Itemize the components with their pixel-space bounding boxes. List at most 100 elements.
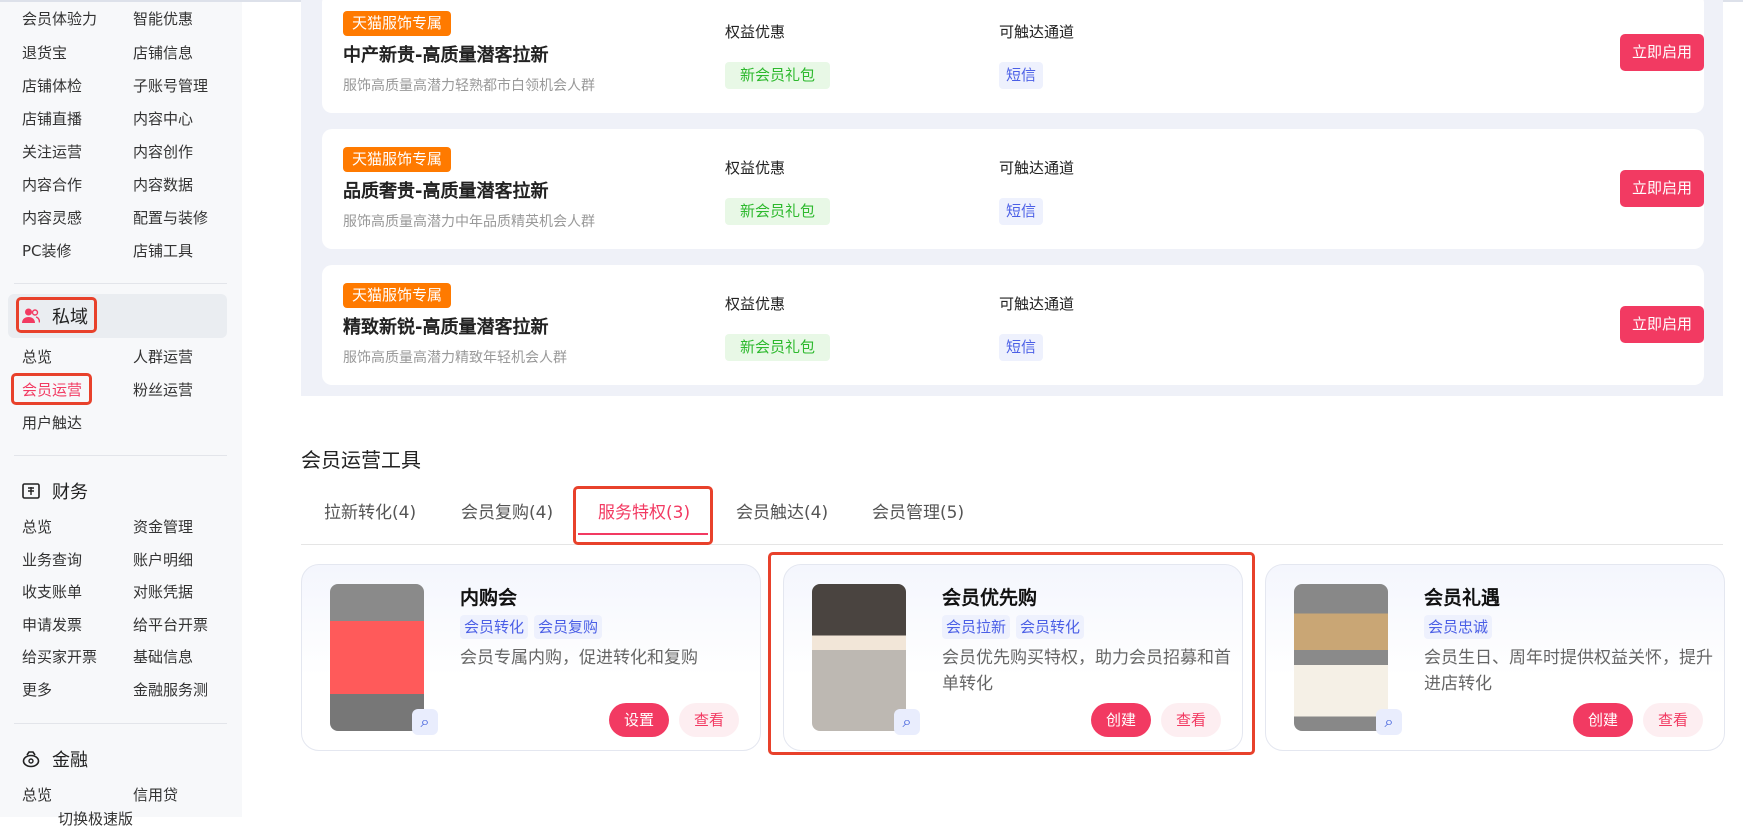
channel-badge: 短信	[999, 62, 1044, 89]
sidebar-item[interactable]: 配置与装修	[133, 207, 208, 228]
sidebar-item[interactable]: 店铺直播	[22, 108, 82, 129]
exclusive-tag: 天猫服饰专属	[343, 283, 452, 308]
switch-fast-version-link[interactable]: 切换极速版	[58, 808, 133, 829]
sidebar-item[interactable]: 对账凭据	[133, 581, 193, 602]
tool-desc: 会员生日、周年时提供权益关怀，提升进店转化	[1424, 648, 1713, 694]
annotation-box-card	[768, 552, 1255, 755]
enable-button[interactable]: 立即启用	[1620, 306, 1704, 343]
strategy-desc: 服饰高质量高潜力中年品质精英机会人群	[343, 214, 595, 230]
sidebar-item[interactable]: 关注运营	[22, 141, 82, 162]
finance-icon	[22, 482, 40, 500]
sidebar-item[interactable]: 内容中心	[133, 108, 193, 129]
sidebar-item[interactable]: 总览	[22, 346, 52, 367]
sidebar-item[interactable]: 收支账单	[22, 581, 82, 602]
view-button[interactable]: 查看	[1643, 703, 1703, 737]
annotation-box-private	[16, 297, 97, 333]
tool-title: 会员礼遇	[1424, 587, 1501, 609]
tab-4[interactable]: 会员管理(5)	[872, 498, 964, 523]
sidebar-divider	[14, 455, 227, 456]
zoom-preview-icon[interactable]: ⌕	[1376, 709, 1402, 735]
exclusive-tag: 天猫服饰专属	[343, 147, 452, 172]
channel-label: 可触达通道	[999, 23, 1075, 41]
sidebar-item[interactable]: 更多	[22, 679, 52, 700]
benefit-label: 权益优惠	[725, 159, 786, 177]
primary-button[interactable]: 创建	[1573, 703, 1633, 737]
tab-0[interactable]: 拉新转化(4)	[324, 498, 416, 523]
group-title: 金融	[52, 750, 88, 771]
sidebar-item[interactable]: 给买家开票	[22, 646, 97, 667]
zoom-preview-icon[interactable]: ⌕	[412, 709, 438, 735]
tool-tag: 会员忠诚	[1424, 615, 1493, 639]
sidebar-item[interactable]: 内容创作	[133, 141, 193, 162]
strategy-desc: 服饰高质量高潜力轻熟都市白领机会人群	[343, 78, 595, 94]
sidebar-item[interactable]: PC装修	[22, 240, 72, 261]
benefit-badge: 新会员礼包	[725, 334, 831, 361]
section-title: 会员运营工具	[301, 448, 421, 472]
sidebar-item[interactable]: 账户明细	[133, 549, 193, 570]
sidebar-item[interactable]: 内容合作	[22, 174, 82, 195]
sidebar-item[interactable]: 人群运营	[133, 346, 193, 367]
tool-tags: 会员转化 会员复购	[460, 615, 603, 639]
sidebar: 会员体验力 智能优惠退货宝 店铺信息店铺体检 子账号管理店铺直播 内容中心关注运营 内容创…	[0, 2, 242, 828]
tool-title: 内购会	[460, 587, 518, 609]
sidebar-item[interactable]: 用户触达	[22, 412, 82, 433]
sidebar-item[interactable]: 基础信息	[133, 646, 193, 667]
tool-card: ⌕ 内购会会员转化 会员复购会员专属内购，促进转化和复购设置 查看	[301, 564, 761, 751]
exclusive-tag: 天猫服饰专属	[343, 11, 452, 36]
strategy-title: 中产新贵-高质量潜客拉新	[343, 45, 549, 66]
channel-badge: 短信	[999, 198, 1044, 225]
sidebar-item[interactable]: 店铺工具	[133, 240, 193, 261]
strategy-title: 品质奢贵-高质量潜客拉新	[343, 181, 549, 202]
tab-3[interactable]: 会员触达(4)	[736, 498, 828, 523]
sidebar-item[interactable]: 粉丝运营	[133, 379, 193, 400]
preview-image	[1294, 584, 1388, 731]
benefit-label: 权益优惠	[725, 295, 786, 313]
primary-button[interactable]: 设置	[609, 703, 669, 737]
sidebar-divider	[14, 723, 227, 724]
sidebar-item[interactable]: 业务查询	[22, 549, 82, 570]
money-bag-icon	[22, 750, 40, 768]
preview-image	[330, 584, 424, 731]
tool-tag: 会员转化	[460, 615, 529, 639]
strategy-title: 精致新锐-高质量潜客拉新	[343, 317, 549, 338]
tool-desc: 会员专属内购，促进转化和复购	[460, 648, 698, 668]
sidebar-item[interactable]: 资金管理	[133, 516, 193, 537]
sidebar-group-loan[interactable]: 金融	[22, 746, 88, 772]
tool-tag: 会员复购	[534, 615, 603, 639]
strategy-card: 天猫服饰专属品质奢贵-高质量潜客拉新服饰高质量高潜力中年品质精英机会人群 权益优惠…	[322, 129, 1704, 249]
sidebar-item[interactable]: 智能优惠	[133, 8, 193, 29]
sidebar-item[interactable]: 内容数据	[133, 174, 193, 195]
enable-button[interactable]: 立即启用	[1620, 170, 1704, 207]
sidebar-item[interactable]: 总览	[22, 784, 52, 805]
benefit-badge: 新会员礼包	[725, 62, 831, 89]
sidebar-item[interactable]: 金融服务测	[133, 679, 208, 700]
sidebar-item[interactable]: 子账号管理	[133, 75, 208, 96]
channel-badge: 短信	[999, 334, 1044, 361]
strategy-panel: 天猫服饰专属 中产新贵-高质量潜客拉新 服饰高质量高潜力轻熟都市白领机会人群 权益优惠…	[301, 0, 1723, 396]
annotation-box-member-ops	[11, 373, 92, 405]
sidebar-item[interactable]: 会员体验力	[22, 8, 97, 29]
channel-label: 可触达通道	[999, 295, 1075, 313]
sidebar-item[interactable]: 信用贷	[133, 784, 178, 805]
strategy-desc: 服饰高质量高潜力精致年轻机会人群	[343, 350, 567, 366]
sidebar-item[interactable]: 申请发票	[22, 614, 82, 635]
sidebar-item[interactable]: 给平台开票	[133, 614, 208, 635]
tool-tags: 会员忠诚	[1424, 615, 1493, 639]
group-title: 财务	[52, 482, 88, 503]
benefit-badge: 新会员礼包	[725, 198, 831, 225]
sidebar-item[interactable]: 退货宝	[22, 42, 67, 63]
tab-divider	[301, 544, 1723, 545]
sidebar-item[interactable]: 总览	[22, 516, 52, 537]
enable-button[interactable]: 立即启用	[1620, 34, 1704, 71]
annotation-box-tab	[573, 486, 713, 545]
view-button[interactable]: 查看	[679, 703, 739, 737]
sidebar-item[interactable]: 店铺体检	[22, 75, 82, 96]
channel-label: 可触达通道	[999, 159, 1075, 177]
tab-1[interactable]: 会员复购(4)	[461, 498, 553, 523]
strategy-card: 天猫服饰专属 中产新贵-高质量潜客拉新 服饰高质量高潜力轻熟都市白领机会人群 权益优惠…	[322, 0, 1704, 113]
tool-card: ⌕ 会员礼遇会员忠诚会员生日、周年时提供权益关怀，提升进店转化创建 查看	[1265, 564, 1725, 751]
sidebar-group-finance[interactable]: 财务	[22, 478, 88, 504]
sidebar-divider	[14, 283, 227, 284]
sidebar-item[interactable]: 店铺信息	[133, 42, 193, 63]
sidebar-item[interactable]: 内容灵感	[22, 207, 82, 228]
